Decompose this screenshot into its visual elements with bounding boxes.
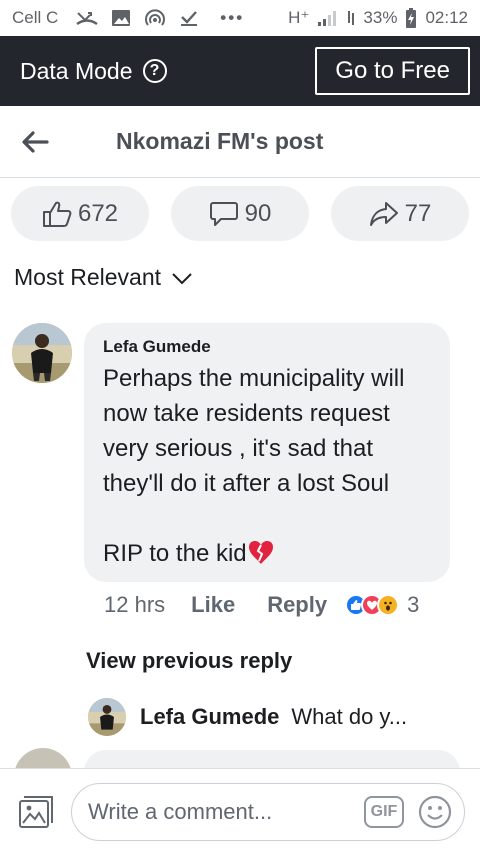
comment-sort-dropdown[interactable]: Most Relevant [14, 264, 193, 291]
comment-composer: Write a comment... GIF [0, 768, 480, 854]
clock: 02:12 [425, 8, 468, 27]
signal-icon [318, 11, 337, 26]
post-header: Nkomazi FM's post [0, 106, 480, 178]
hotspot-icon [145, 9, 166, 26]
reply-button[interactable]: Reply [267, 592, 327, 618]
battery-percent: 33% [363, 8, 398, 27]
reply-avatar[interactable] [88, 698, 126, 736]
gif-button[interactable]: GIF [364, 796, 404, 828]
likes-count: 672 [77, 199, 119, 227]
data-arrows-icon [348, 11, 355, 25]
photo-icon[interactable] [16, 793, 54, 831]
comment-bubble[interactable]: Lefa Gumede Perhaps the municipality wil… [84, 323, 450, 582]
thumbs-up-icon [42, 201, 72, 227]
sort-label: Most Relevant [14, 264, 162, 290]
wow-reaction-icon [377, 594, 400, 616]
carrier-label: Cell C [12, 8, 59, 27]
comment-icon [209, 201, 238, 226]
data-mode-bar: Data Mode ? Go to Free [0, 36, 480, 106]
network-type-label: H⁺ [288, 8, 310, 27]
go-to-free-button[interactable]: Go to Free [315, 47, 470, 95]
missed-call-icon [76, 12, 98, 26]
reply-preview[interactable]: Lefa Gumede What do y... [88, 698, 407, 736]
reaction-bar: 672 90 77 [0, 186, 480, 242]
profile-photo [12, 323, 72, 383]
more-notifications-icon: ••• [220, 8, 245, 27]
share-icon [369, 201, 398, 226]
comment-author[interactable]: Lefa Gumede [103, 337, 432, 357]
download-done-icon [181, 11, 198, 26]
help-icon[interactable]: ? [142, 59, 167, 83]
view-previous-reply-link[interactable]: View previous reply [86, 648, 292, 674]
reply-author[interactable]: Lefa Gumede [140, 704, 279, 730]
page-title: Nkomazi FM's post [116, 128, 324, 154]
emoji-icon[interactable] [418, 795, 452, 829]
avatar[interactable] [12, 323, 72, 383]
reaction-count: 3 [407, 592, 420, 617]
status-bar: Cell C ••• H⁺ 33% 02:12 [0, 0, 480, 36]
likes-pill[interactable]: 672 [11, 186, 149, 241]
reply-text: What do y... [291, 704, 408, 729]
reaction-summary[interactable]: 3 [345, 592, 419, 618]
shares-count: 77 [404, 199, 432, 227]
back-button[interactable] [0, 106, 70, 178]
shares-pill[interactable]: 77 [331, 186, 469, 241]
comment-input[interactable]: Write a comment... [71, 783, 465, 841]
comment-timestamp: 12 hrs [104, 592, 166, 617]
comment-actions: 12 hrs Like Reply 3 [104, 592, 474, 618]
back-arrow-icon [22, 130, 49, 153]
like-button[interactable]: Like [191, 592, 235, 618]
gallery-icon [112, 10, 131, 26]
broken-heart-emoji [248, 541, 273, 564]
data-mode-label: Data Mode [20, 57, 133, 84]
comments-pill[interactable]: 90 [171, 186, 309, 241]
comment-input-placeholder: Write a comment... [88, 799, 273, 824]
comments-count: 90 [244, 199, 272, 227]
comment-text: Perhaps the municipality will now take r… [103, 365, 405, 567]
profile-photo [88, 698, 126, 736]
chevron-down-icon [172, 272, 192, 284]
battery-charging-icon [406, 8, 417, 28]
